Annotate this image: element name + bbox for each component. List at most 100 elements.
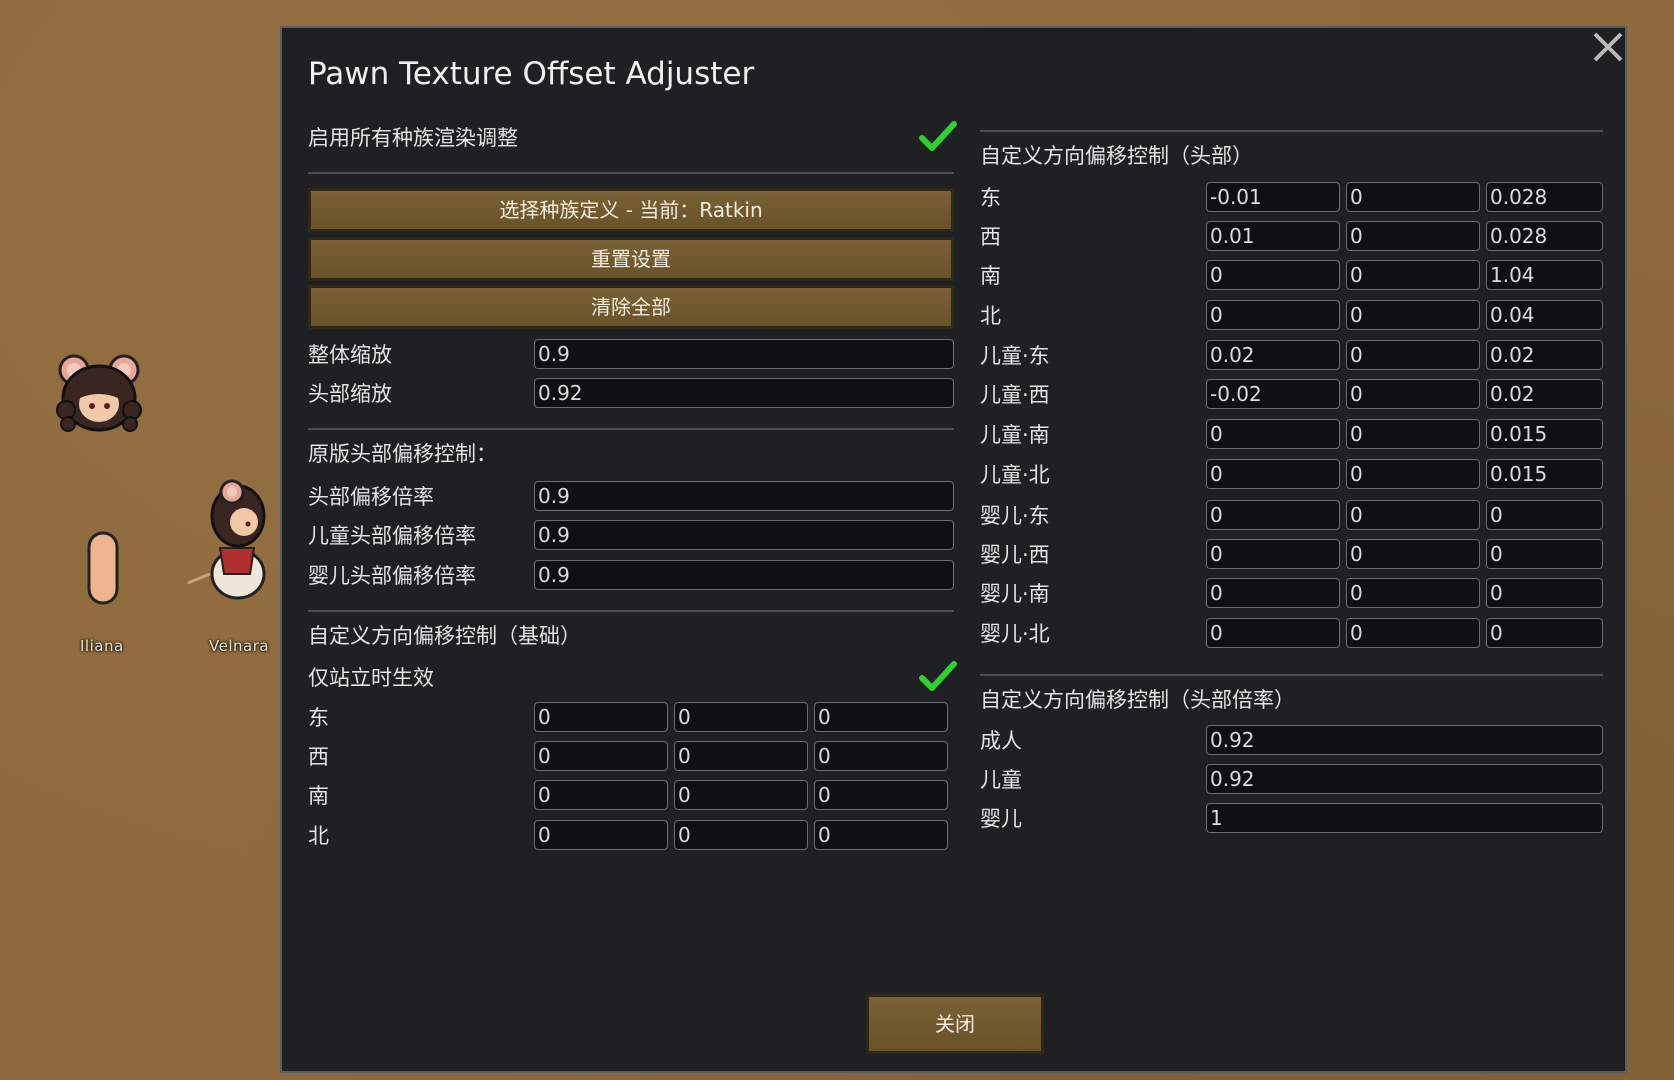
head-offset-y-input[interactable]: 0: [1346, 182, 1480, 212]
head-mult-row-label: 婴儿: [980, 807, 1022, 831]
base-row-label: 北: [308, 824, 329, 848]
head-scale-input[interactable]: 0.92: [534, 378, 954, 408]
head-mult-title: 自定义方向偏移控制（头部倍率）: [980, 688, 1295, 712]
base-offset-x-input[interactable]: 0: [534, 820, 668, 850]
child-head-offset-mult-input[interactable]: 0.9: [534, 520, 954, 550]
close-icon[interactable]: [1585, 28, 1625, 68]
base-offset-z-input[interactable]: 0: [814, 741, 948, 771]
head-offset-y-input[interactable]: 0: [1346, 500, 1480, 530]
base-row-label: 东: [308, 706, 329, 730]
head-mult-row-label: 成人: [980, 729, 1022, 753]
head-offset-y-input[interactable]: 0: [1346, 539, 1480, 569]
head-offset-title: 自定义方向偏移控制（头部）: [980, 144, 1253, 168]
head-mult-input[interactable]: 0.92: [1206, 725, 1603, 755]
base-row-label: 南: [308, 784, 329, 808]
head-offset-y-input[interactable]: 0: [1346, 300, 1480, 330]
base-offset-y-input[interactable]: 0: [674, 702, 808, 732]
base-offset-z-input[interactable]: 0: [814, 780, 948, 810]
head-offset-x-input[interactable]: -0.01: [1206, 182, 1340, 212]
head-mult-input[interactable]: 0.92: [1206, 764, 1603, 794]
head-mult-row-label: 儿童: [980, 768, 1022, 792]
head-row-label: 儿童·南: [980, 423, 1050, 447]
head-offset-y-input[interactable]: 0: [1346, 260, 1480, 290]
enable-all-races-checkbox[interactable]: [918, 120, 958, 154]
divider: [980, 674, 1603, 676]
head-offset-x-input[interactable]: 0: [1206, 300, 1340, 330]
pawn-portrait-head[interactable]: [52, 348, 152, 438]
head-offset-x-input[interactable]: -0.02: [1206, 379, 1340, 409]
head-row-label: 儿童·东: [980, 344, 1050, 368]
base-offset-x-input[interactable]: 0: [534, 741, 668, 771]
pawn-name-iliana: Iliana: [80, 637, 124, 655]
baby-head-offset-mult-input[interactable]: 0.9: [534, 560, 954, 590]
base-offset-x-input[interactable]: 0: [534, 780, 668, 810]
head-offset-z-input[interactable]: 0.015: [1486, 459, 1603, 489]
base-offset-title: 自定义方向偏移控制（基础）: [308, 624, 581, 648]
standing-only-checkbox[interactable]: [918, 660, 958, 694]
head-offset-x-input[interactable]: 0: [1206, 618, 1340, 648]
base-offset-y-input[interactable]: 0: [674, 820, 808, 850]
base-offset-z-input[interactable]: 0: [814, 820, 948, 850]
head-scale-label: 头部缩放: [308, 382, 392, 406]
head-offset-y-input[interactable]: 0: [1346, 340, 1480, 370]
texture-offset-dialog: Pawn Texture Offset Adjuster 启用所有种族渲染调整 …: [280, 26, 1627, 1073]
pawn-velnara[interactable]: [180, 478, 280, 608]
base-row-label: 西: [308, 745, 329, 769]
pawn-iliana[interactable]: [86, 530, 120, 606]
overall-scale-input[interactable]: 0.9: [534, 339, 954, 369]
head-offset-x-input[interactable]: 0: [1206, 459, 1340, 489]
reset-settings-button[interactable]: 重置设置: [308, 237, 954, 281]
head-row-label: 婴儿·西: [980, 543, 1050, 567]
head-offset-z-input[interactable]: 0: [1486, 500, 1603, 530]
divider: [308, 610, 954, 612]
clear-all-button[interactable]: 清除全部: [308, 285, 954, 329]
head-row-label: 北: [980, 304, 1001, 328]
head-offset-y-input[interactable]: 0: [1346, 618, 1480, 648]
head-offset-z-input[interactable]: 0: [1486, 618, 1603, 648]
head-offset-x-input[interactable]: 0.02: [1206, 340, 1340, 370]
head-offset-z-input[interactable]: 0.028: [1486, 182, 1603, 212]
head-offset-y-input[interactable]: 0: [1346, 379, 1480, 409]
head-offset-mult-input[interactable]: 0.9: [534, 481, 954, 511]
head-offset-mult-label: 头部偏移倍率: [308, 485, 434, 509]
vanilla-head-offset-title: 原版头部偏移控制：: [308, 442, 497, 466]
select-race-button[interactable]: 选择种族定义 - 当前：Ratkin: [308, 188, 954, 232]
close-button[interactable]: 关闭: [866, 994, 1044, 1054]
head-offset-x-input[interactable]: 0: [1206, 539, 1340, 569]
baby-head-offset-mult-label: 婴儿头部偏移倍率: [308, 564, 476, 588]
head-offset-y-input[interactable]: 0: [1346, 578, 1480, 608]
head-offset-z-input[interactable]: 0.015: [1486, 419, 1603, 449]
base-offset-y-input[interactable]: 0: [674, 741, 808, 771]
checkmark-icon: [919, 661, 957, 691]
enable-all-races-label: 启用所有种族渲染调整: [308, 126, 518, 150]
checkmark-icon: [919, 121, 957, 151]
pawn-name-velnara: Velnara: [209, 637, 270, 655]
divider: [308, 172, 954, 174]
head-offset-z-input[interactable]: 0.04: [1486, 300, 1603, 330]
head-row-label: 南: [980, 264, 1001, 288]
standing-only-label: 仅站立时生效: [308, 666, 434, 690]
head-offset-x-input[interactable]: 0: [1206, 260, 1340, 290]
head-offset-z-input[interactable]: 1.04: [1486, 260, 1603, 290]
head-offset-x-input[interactable]: 0: [1206, 419, 1340, 449]
dialog-title: Pawn Texture Offset Adjuster: [308, 56, 755, 92]
head-offset-z-input[interactable]: 0.02: [1486, 379, 1603, 409]
head-row-label: 婴儿·东: [980, 504, 1050, 528]
head-offset-x-input[interactable]: 0: [1206, 578, 1340, 608]
base-offset-y-input[interactable]: 0: [674, 780, 808, 810]
base-offset-x-input[interactable]: 0: [534, 702, 668, 732]
head-mult-input[interactable]: 1: [1206, 803, 1603, 833]
head-offset-y-input[interactable]: 0: [1346, 459, 1480, 489]
head-row-label: 婴儿·南: [980, 582, 1050, 606]
head-offset-x-input[interactable]: 0.01: [1206, 221, 1340, 251]
head-offset-y-input[interactable]: 0: [1346, 221, 1480, 251]
divider: [308, 428, 954, 430]
head-offset-z-input[interactable]: 0.02: [1486, 340, 1603, 370]
head-offset-x-input[interactable]: 0: [1206, 500, 1340, 530]
head-offset-z-input[interactable]: 0: [1486, 539, 1603, 569]
head-offset-z-input[interactable]: 0: [1486, 578, 1603, 608]
divider: [980, 130, 1603, 132]
base-offset-z-input[interactable]: 0: [814, 702, 948, 732]
head-offset-y-input[interactable]: 0: [1346, 419, 1480, 449]
head-offset-z-input[interactable]: 0.028: [1486, 221, 1603, 251]
